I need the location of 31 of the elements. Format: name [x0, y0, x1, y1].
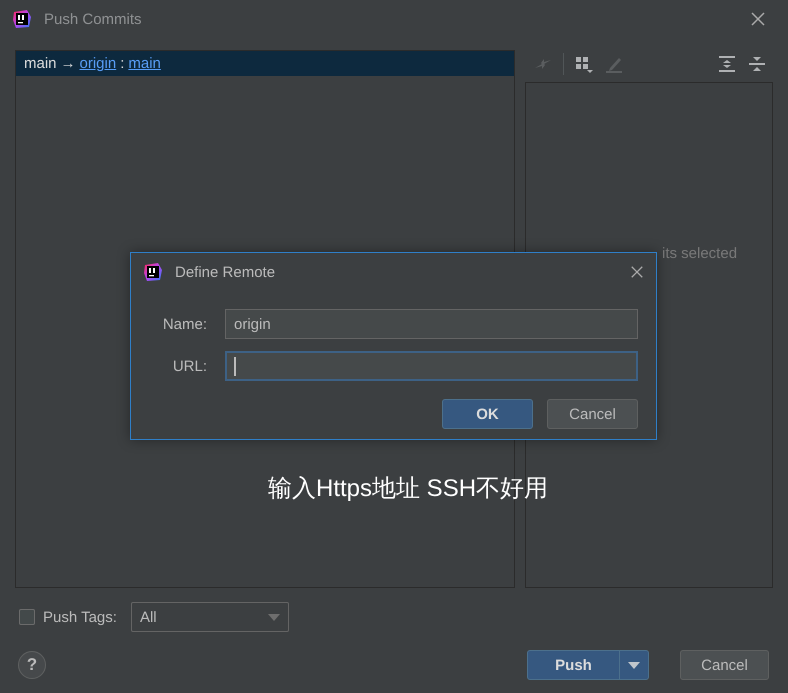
- empty-message: its selected: [662, 245, 738, 262]
- remote-branch-link[interactable]: main: [128, 55, 161, 72]
- remote-link[interactable]: origin: [80, 55, 116, 72]
- arrow-text: →: [60, 55, 76, 72]
- help-button[interactable]: ?: [18, 651, 46, 679]
- local-branch: main: [24, 55, 57, 72]
- collapse-all-icon[interactable]: [747, 54, 767, 74]
- ok-button[interactable]: OK: [442, 399, 533, 429]
- close-icon[interactable]: [630, 265, 644, 279]
- dialog-title: Define Remote: [175, 264, 276, 280]
- window-title: Push Commits: [44, 10, 143, 28]
- dropdown-arrow-icon[interactable]: [628, 662, 640, 668]
- app-logo-icon: [12, 9, 32, 29]
- close-icon[interactable]: [750, 11, 766, 27]
- push-tags-label: Push Tags:: [43, 608, 117, 626]
- expand-all-icon[interactable]: [717, 54, 737, 74]
- separator-text: :: [120, 55, 124, 72]
- dropdown-arrow-icon: [268, 614, 280, 620]
- tags-dropdown[interactable]: All: [130, 602, 289, 632]
- app-logo-icon: [143, 262, 163, 282]
- push-tags-checkbox[interactable]: [19, 609, 35, 625]
- cancel-button[interactable]: Cancel: [680, 650, 769, 680]
- input-field[interactable]: [225, 351, 638, 381]
- push-button[interactable]: Push: [527, 650, 649, 680]
- grid-menu-icon[interactable]: [574, 54, 594, 74]
- input-field[interactable]: origin: [225, 309, 638, 339]
- field-label: URL:: [172, 358, 208, 374]
- annotation-text: 输入Https地址 SSH不好用: [268, 474, 548, 504]
- cancel-button[interactable]: Cancel: [547, 399, 638, 429]
- branch-row[interactable]: main → origin : main: [16, 51, 514, 76]
- field-label: Name:: [162, 316, 208, 332]
